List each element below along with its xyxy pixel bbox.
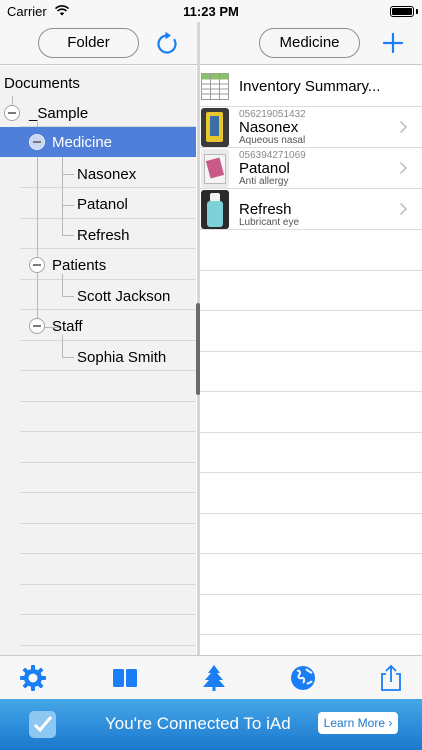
row-separator	[200, 513, 422, 514]
item-title: Patanol	[239, 160, 290, 177]
item-subtitle: Anti allergy	[239, 176, 289, 187]
learn-more-button[interactable]: Learn More ›	[318, 712, 398, 734]
tree-item-label: Nasonex	[77, 166, 137, 183]
checkmark-icon	[29, 711, 56, 738]
tree-item-refresh[interactable]: Refresh	[0, 220, 196, 250]
item-title: Refresh	[239, 201, 292, 218]
row-separator	[200, 310, 422, 311]
share-icon[interactable]	[377, 664, 405, 692]
medicine-button[interactable]: Medicine	[259, 28, 360, 58]
row-separator	[200, 553, 422, 554]
tree-item-patients[interactable]: Patients	[0, 250, 196, 280]
tree-item-label: Scott Jackson	[77, 288, 171, 305]
row-separator	[20, 553, 196, 554]
tree-item-label: Refresh	[77, 227, 130, 244]
document-list: Inventory Summary... 056219051432 Nasone…	[200, 66, 422, 655]
battery-icon	[390, 6, 414, 17]
add-icon[interactable]	[382, 32, 404, 54]
item-subtitle: Aqueous nasal	[239, 135, 306, 146]
row-separator	[200, 391, 422, 392]
chevron-right-icon	[399, 161, 408, 175]
row-separator	[200, 270, 422, 271]
tree-item-label: Patanol	[77, 196, 128, 213]
row-separator	[200, 594, 422, 595]
row-separator	[200, 432, 422, 433]
tree-root-label: Documents	[4, 75, 80, 92]
spreadsheet-icon	[201, 73, 229, 100]
collapse-icon[interactable]	[29, 257, 45, 273]
row-separator	[20, 431, 196, 432]
battery-tip	[416, 9, 418, 14]
list-item-patanol[interactable]: 056394271069 Patanol Anti allergy	[200, 148, 422, 189]
refresh-icon[interactable]	[154, 31, 180, 57]
tab-bar	[0, 655, 422, 699]
list-item-refresh[interactable]: Refresh Lubricant eye	[200, 189, 422, 230]
row-separator	[200, 472, 422, 473]
nasonex-thumbnail	[201, 108, 229, 147]
row-separator	[20, 584, 196, 585]
tree-item-sophia-smith[interactable]: Sophia Smith	[0, 342, 196, 372]
item-subtitle: Lubricant eye	[239, 217, 300, 228]
item-title: Nasonex	[239, 119, 299, 136]
patanol-thumbnail	[201, 149, 229, 188]
row-separator	[200, 229, 422, 230]
tree-item-label: Staff	[52, 318, 83, 335]
row-separator	[20, 462, 196, 463]
tree-item-sample[interactable]: _Sample	[0, 98, 196, 128]
folder-button[interactable]: Folder	[38, 28, 139, 58]
collapse-icon[interactable]	[29, 318, 45, 334]
globe-icon[interactable]	[289, 664, 317, 692]
gear-icon[interactable]	[19, 664, 47, 692]
inventory-summary-row[interactable]: Inventory Summary...	[200, 66, 422, 107]
chevron-right-icon	[399, 202, 408, 216]
tree-icon[interactable]	[200, 664, 228, 692]
collapse-icon[interactable]	[29, 134, 45, 150]
tree-item-staff[interactable]: Staff	[0, 311, 196, 341]
row-separator	[20, 523, 196, 524]
folder-tree: Documents _Sample Medicine Nasonex Patan…	[0, 66, 196, 655]
tree-item-label: Sophia Smith	[77, 349, 167, 366]
tree-item-label: Patients	[52, 257, 107, 274]
book-icon[interactable]	[111, 664, 139, 692]
row-separator	[20, 614, 196, 615]
iad-banner[interactable]: You're Connected To iAd Learn More ›	[0, 699, 422, 750]
tree-item-label: _Sample	[29, 105, 89, 122]
row-separator	[200, 634, 422, 635]
tree-item-medicine[interactable]: Medicine	[0, 127, 196, 157]
ad-text: You're Connected To iAd	[105, 714, 291, 733]
tree-item-patanol[interactable]: Patanol	[0, 189, 196, 219]
refresh-thumbnail	[201, 190, 229, 229]
row-separator	[20, 645, 196, 646]
row-separator	[20, 401, 196, 402]
tree-item-label: Medicine	[52, 134, 113, 151]
list-item-nasonex[interactable]: 056219051432 Nasonex Aqueous nasal	[200, 107, 422, 148]
tree-root[interactable]: Documents	[0, 68, 196, 98]
status-bar: Carrier 11:23 PM	[0, 0, 422, 22]
inventory-summary-label: Inventory Summary...	[239, 78, 381, 95]
tree-item-nasonex[interactable]: Nasonex	[0, 159, 196, 189]
row-separator	[20, 492, 196, 493]
chevron-right-icon	[399, 120, 408, 134]
tree-item-scott-jackson[interactable]: Scott Jackson	[0, 281, 196, 311]
row-separator	[200, 351, 422, 352]
status-time: 11:23 PM	[183, 4, 239, 19]
nav-bar: Folder Medicine	[0, 22, 422, 65]
collapse-icon[interactable]	[4, 105, 20, 121]
